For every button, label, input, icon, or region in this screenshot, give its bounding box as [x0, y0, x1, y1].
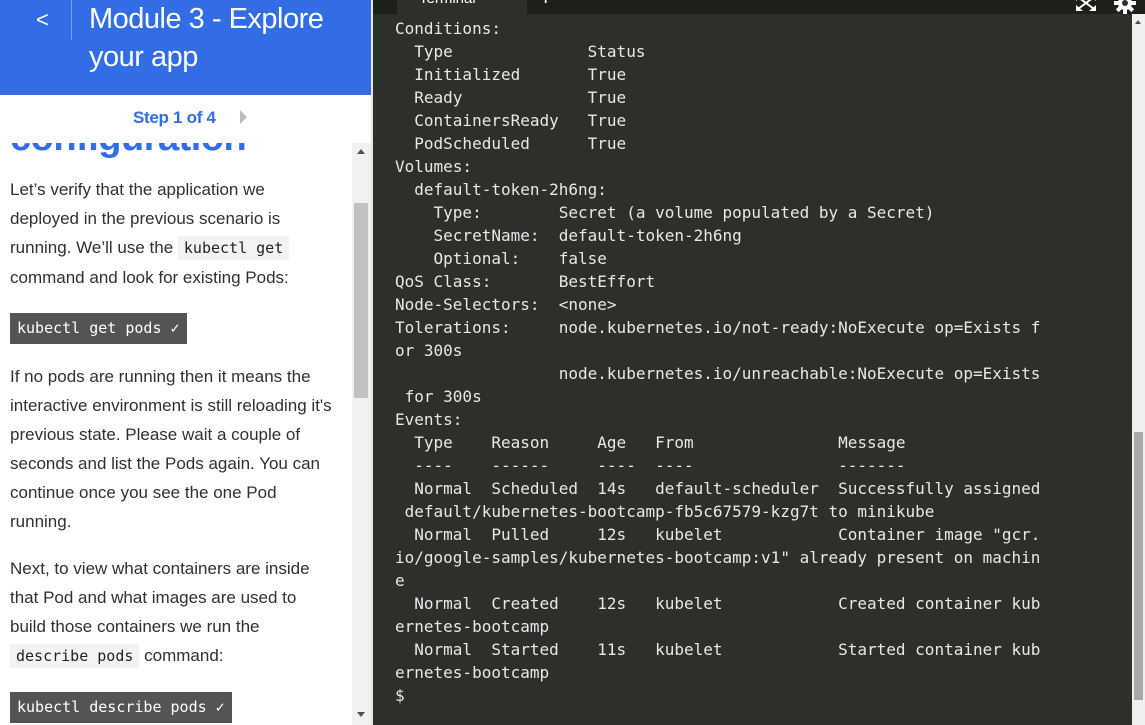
terminal-output[interactable]: Conditions: Type Status Initialized True…	[395, 17, 1135, 707]
add-tab-button[interactable]: +	[541, 0, 550, 8]
pods-paragraph: If no pods are running then it means the…	[10, 367, 332, 531]
step-content: configuration Let’s verify that the appl…	[0, 95, 350, 725]
module-title-line2: your app	[89, 41, 198, 73]
describe-text-before: Next, to view what containers are inside…	[10, 559, 310, 636]
back-button[interactable]: <	[18, 0, 70, 40]
step-indicator: Step 1 of 4	[133, 108, 216, 127]
command-kubectl-describe-pods[interactable]: kubectl describe pods ✓	[10, 692, 232, 723]
module-title: Module 3 - Explore your app	[89, 0, 359, 76]
describe-paragraph: Next, to view what containers are inside…	[10, 554, 335, 671]
terminal-tab-label[interactable]: Terminal	[419, 0, 476, 8]
gear-icon[interactable]	[1113, 0, 1137, 14]
scrollbar-thumb[interactable]	[354, 203, 368, 398]
scroll-down-arrow-icon[interactable]	[357, 712, 365, 717]
describe-text-after: command:	[139, 646, 224, 665]
step-navigator: Step 1 of 4	[0, 95, 352, 143]
scroll-up-arrow-icon[interactable]	[357, 149, 365, 154]
terminal-scroll-up-arrow-icon[interactable]	[1135, 20, 1141, 24]
intro-text-after: command and look for existing Pods:	[10, 268, 289, 287]
command-kubectl-get-pods[interactable]: kubectl get pods ✓	[10, 313, 187, 344]
instructions-scrollbar[interactable]	[352, 143, 371, 725]
module-title-line1: Module 3 - Explore	[89, 3, 324, 35]
intro-paragraph: Let’s verify that the application we dep…	[10, 175, 335, 292]
terminal-panel[interactable]: Terminal + Conditions	[373, 0, 1145, 725]
instructions-panel: < Module 3 - Explore your app configurat…	[0, 0, 371, 725]
app-root: < Module 3 - Explore your app configurat…	[0, 0, 1145, 725]
expand-icon[interactable]	[1075, 0, 1097, 12]
inline-code-kubectl-get: kubectl get	[177, 236, 290, 260]
terminal-scrollbar-thumb[interactable]	[1134, 432, 1143, 700]
chevron-right-icon[interactable]	[240, 110, 247, 124]
module-header: < Module 3 - Explore your app	[0, 0, 371, 95]
inline-code-describe-pods: describe pods	[10, 644, 140, 668]
header-divider	[71, 0, 72, 40]
terminal-scrollbar[interactable]	[1132, 14, 1145, 725]
